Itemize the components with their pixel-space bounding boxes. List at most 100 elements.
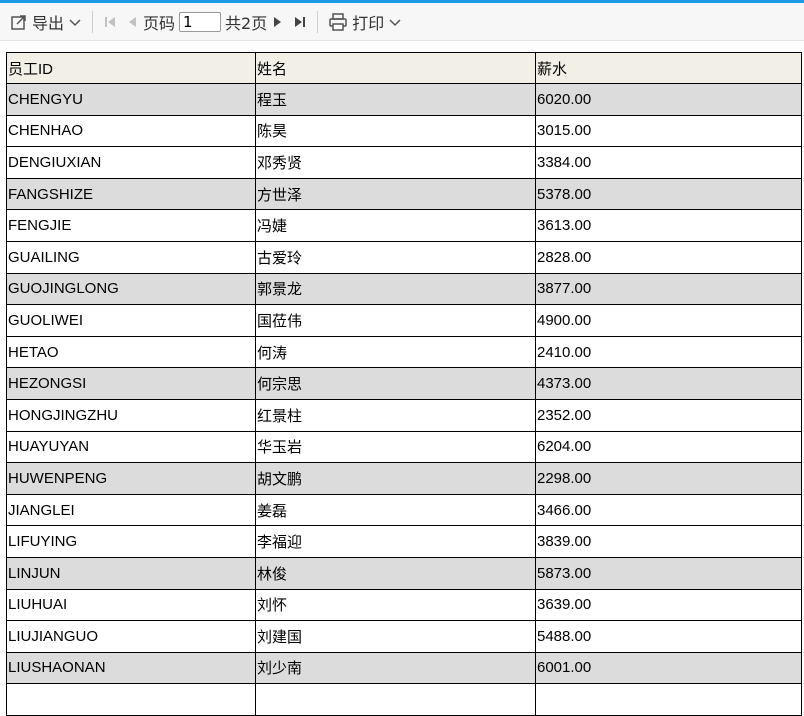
table-row: HETAO 何涛 2410.00 <box>6 335 802 369</box>
salary-cell: 6204.00 <box>535 430 802 464</box>
table-row: DENGIUXIAN 邓秀贤 3384.00 <box>6 146 802 179</box>
table-row: GUOLIWEI 国莅伟 4900.00 <box>6 304 802 337</box>
employee-id-cell: FANGSHIZE <box>6 177 256 211</box>
employee-id-cell: HONGJINGZHU <box>6 398 256 432</box>
table-row: HONGJINGZHU 红景柱 2352.00 <box>6 398 802 432</box>
name-cell: 华玉岩 <box>255 430 536 464</box>
page-number-input[interactable] <box>179 11 222 32</box>
salary-cell: 4373.00 <box>535 367 802 400</box>
table-row: CHENGYU 程玉 6020.00 <box>6 83 802 116</box>
table-header-row: 员工ID 姓名 薪水 <box>6 52 802 84</box>
chevron-down-icon[interactable] <box>388 15 402 29</box>
table-row: FENGJIE 冯婕 3613.00 <box>6 209 802 242</box>
employee-id-cell: CHENHAO <box>6 114 256 148</box>
name-cell: 冯婕 <box>255 209 536 242</box>
employee-id-cell: FENGJIE <box>6 209 256 242</box>
salary-cell: 3639.00 <box>535 588 802 622</box>
print-icon <box>328 12 348 31</box>
employee-id-cell: HEZONGSI <box>6 367 256 400</box>
export-icon <box>10 13 28 31</box>
column-header-employee-id: 员工ID <box>6 52 256 84</box>
salary-cell: 5378.00 <box>535 177 802 211</box>
salary-cell: 4900.00 <box>535 304 802 337</box>
name-cell: 林俊 <box>255 556 536 590</box>
employee-id-cell: LIUSHAONAN <box>6 651 256 685</box>
salary-cell: 3839.00 <box>535 525 802 558</box>
table-row: LIFUYING 李福迎 3839.00 <box>6 525 802 558</box>
employee-id-cell: GUAILING <box>6 240 256 274</box>
employee-id-cell: GUOLIWEI <box>6 304 256 337</box>
print-button[interactable]: 打印 <box>324 8 406 36</box>
table-row: LIUJIANGUO 刘建国 5488.00 <box>6 620 802 653</box>
employee-id-cell: HUWENPENG <box>6 462 256 495</box>
employee-id-cell: LIFUYING <box>6 525 256 558</box>
employee-id-cell: HUAYUYAN <box>6 430 256 464</box>
total-pages-label: 共2页 <box>225 13 268 33</box>
report-table-container: 员工ID 姓名 薪水 CHENGYU 程玉 6020.00 CHENHAO 陈昊 3015… <box>6 52 802 716</box>
employee-id-cell: LIUHUAI <box>6 588 256 622</box>
print-label: 打印 <box>352 13 385 33</box>
name-cell: 郭景龙 <box>255 272 536 306</box>
prev-page-icon[interactable] <box>121 8 143 36</box>
table-row: JIANGLEI 姜磊 3466.00 <box>6 493 802 527</box>
name-cell: 姜磊 <box>255 493 536 527</box>
table-row: CHENHAO 陈昊 3015.00 <box>6 114 802 148</box>
salary-cell: 5488.00 <box>535 620 802 653</box>
report-toolbar: 导出 页码 共2页 <box>0 3 804 41</box>
employee-id-cell: LIUJIANGUO <box>6 620 256 653</box>
employee-id-cell: LINJUN <box>6 556 256 590</box>
salary-cell: 3613.00 <box>535 209 802 242</box>
last-page-icon[interactable] <box>289 8 311 36</box>
name-cell: 刘建国 <box>255 620 536 653</box>
chevron-down-icon[interactable] <box>68 15 82 29</box>
employee-id-cell: HETAO <box>6 335 256 369</box>
salary-cell: 3015.00 <box>535 114 802 148</box>
salary-cell: 6001.00 <box>535 651 802 685</box>
employee-id-cell: GUOJINGLONG <box>6 272 256 306</box>
name-cell: 刘怀 <box>255 588 536 622</box>
table-row: GUOJINGLONG 郭景龙 3877.00 <box>6 272 802 306</box>
salary-cell: 3877.00 <box>535 272 802 306</box>
next-page-icon[interactable] <box>267 8 289 36</box>
table-row: HUWENPENG 胡文鹏 2298.00 <box>6 462 802 495</box>
employee-id-cell: DENGIUXIAN <box>6 146 256 179</box>
name-cell: 国莅伟 <box>255 304 536 337</box>
name-cell: 方世泽 <box>255 177 536 211</box>
column-header-salary: 薪水 <box>535 52 802 84</box>
export-label: 导出 <box>32 13 65 33</box>
salary-cell: 2828.00 <box>535 240 802 274</box>
toolbar-divider <box>92 10 94 33</box>
salary-cell: 2410.00 <box>535 335 802 369</box>
name-cell: 红景柱 <box>255 398 536 432</box>
table-body: CHENGYU 程玉 6020.00 CHENHAO 陈昊 3015.00 DENGIUXI… <box>6 83 802 716</box>
name-cell: 陈昊 <box>255 114 536 148</box>
table-row: GUAILING 古爱玲 2828.00 <box>6 240 802 274</box>
name-cell: 李福迎 <box>255 525 536 558</box>
name-cell: 何宗思 <box>255 367 536 400</box>
toolbar-divider <box>317 10 319 33</box>
name-cell: 邓秀贤 <box>255 146 536 179</box>
salary-cell: 6020.00 <box>535 83 802 116</box>
salary-cell: 5873.00 <box>535 556 802 590</box>
salary-cell: 3466.00 <box>535 493 802 527</box>
name-cell: 程玉 <box>255 83 536 116</box>
employee-id-cell: JIANGLEI <box>6 493 256 527</box>
table-row: HUAYUYAN 华玉岩 6204.00 <box>6 430 802 464</box>
export-button[interactable]: 导出 <box>6 8 86 36</box>
page-label: 页码 <box>143 13 176 33</box>
table-row: LIUSHAONAN 刘少南 6001.00 <box>6 651 802 685</box>
table-row: LIUHUAI 刘怀 3639.00 <box>6 588 802 622</box>
employee-salary-table: 员工ID 姓名 薪水 CHENGYU 程玉 6020.00 CHENHAO 陈昊 3015… <box>6 52 802 716</box>
employee-id-cell: CHENGYU <box>6 83 256 116</box>
salary-cell: 2352.00 <box>535 398 802 432</box>
table-row: HEZONGSI 何宗思 4373.00 <box>6 367 802 400</box>
column-header-name: 姓名 <box>255 52 536 84</box>
name-cell: 古爱玲 <box>255 240 536 274</box>
table-row: FANGSHIZE 方世泽 5378.00 <box>6 177 802 211</box>
salary-cell: 2298.00 <box>535 462 802 495</box>
name-cell: 何涛 <box>255 335 536 369</box>
name-cell: 刘少南 <box>255 651 536 685</box>
first-page-icon[interactable] <box>99 8 121 36</box>
name-cell: 胡文鹏 <box>255 462 536 495</box>
salary-cell: 3384.00 <box>535 146 802 179</box>
